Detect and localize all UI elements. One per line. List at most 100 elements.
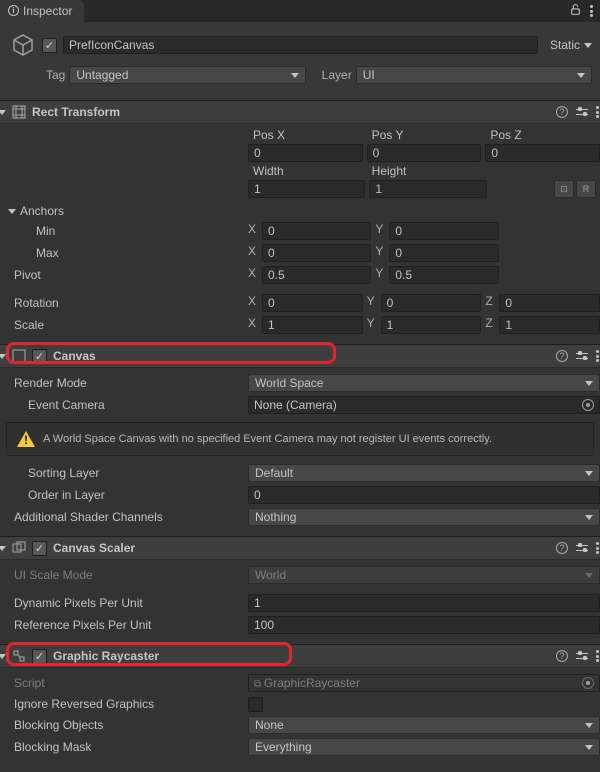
- layer-label: Layer: [310, 68, 352, 82]
- help-icon[interactable]: ?: [556, 650, 568, 662]
- scale-x-input[interactable]: 1: [262, 316, 363, 334]
- layer-value: UI: [363, 68, 375, 82]
- recttransform-title: Rect Transform: [32, 105, 550, 119]
- sorting-layer-dropdown[interactable]: Default: [248, 464, 600, 482]
- sorting-layer-label: Sorting Layer: [0, 466, 248, 480]
- script-value: GraphicRaycaster: [264, 676, 360, 690]
- ignore-reversed-label: Ignore Reversed Graphics: [0, 697, 248, 711]
- blocking-mask-label: Blocking Mask: [0, 740, 248, 754]
- height-input[interactable]: 1: [369, 180, 486, 198]
- anchor-max-y-input[interactable]: 0: [389, 244, 498, 262]
- blocking-objects-dropdown[interactable]: None: [248, 716, 600, 734]
- layer-dropdown[interactable]: UI: [356, 66, 592, 84]
- chevron-down-icon: [585, 515, 593, 520]
- event-camera-value: None (Camera): [254, 398, 337, 412]
- ref-ppu-label: Reference Pixels Per Unit: [0, 618, 248, 632]
- blocking-mask-dropdown[interactable]: Everything: [248, 738, 600, 756]
- warning-text: A World Space Canvas with no specified E…: [43, 433, 492, 445]
- posz-input[interactable]: 0: [485, 144, 600, 162]
- ui-scale-mode-label: UI Scale Mode: [0, 568, 248, 582]
- component-menu-icon[interactable]: [596, 106, 600, 118]
- ui-scale-mode-value: World: [255, 568, 286, 582]
- component-menu-icon[interactable]: [596, 650, 600, 662]
- scale-label: Scale: [0, 318, 248, 332]
- chevron-down-icon: [585, 723, 593, 728]
- anchor-min-y-input[interactable]: 0: [389, 222, 498, 240]
- warning-icon: [17, 431, 35, 447]
- help-icon[interactable]: ?: [556, 350, 568, 362]
- canvas-enabled-checkbox[interactable]: ✓: [32, 349, 47, 364]
- chevron-down-icon: [585, 471, 593, 476]
- blocking-mask-value: Everything: [255, 740, 312, 754]
- ui-scale-mode-dropdown: World: [248, 566, 600, 584]
- presets-icon[interactable]: [576, 542, 588, 554]
- render-mode-dropdown[interactable]: World Space: [248, 374, 600, 392]
- anchor-max-x-input[interactable]: 0: [262, 244, 371, 262]
- shader-channels-dropdown[interactable]: Nothing: [248, 508, 600, 526]
- pivot-label: Pivot: [0, 268, 248, 282]
- chevron-down-icon: [585, 745, 593, 750]
- posy-col-label: Pos Y: [367, 128, 482, 142]
- order-label: Order in Layer: [0, 488, 248, 502]
- help-icon[interactable]: ?: [556, 542, 568, 554]
- posx-input[interactable]: 0: [248, 144, 363, 162]
- fold-icon[interactable]: [0, 354, 6, 359]
- component-menu-icon[interactable]: [596, 542, 600, 554]
- tag-value: Untagged: [76, 68, 128, 82]
- presets-icon[interactable]: [576, 106, 588, 118]
- inspector-tab[interactable]: i Inspector: [0, 0, 84, 22]
- render-mode-value: World Space: [255, 376, 323, 390]
- dynamic-ppu-label: Dynamic Pixels Per Unit: [0, 596, 248, 610]
- scale-y-input[interactable]: 1: [381, 316, 482, 334]
- pivot-x-input[interactable]: 0.5: [262, 266, 371, 284]
- tag-dropdown[interactable]: Untagged: [69, 66, 305, 84]
- inspector-icon: i: [8, 5, 19, 16]
- gameobject-enabled-checkbox[interactable]: ✓: [42, 38, 57, 53]
- raycaster-icon: [12, 649, 26, 663]
- event-camera-field[interactable]: None (Camera): [248, 396, 600, 414]
- width-input[interactable]: 1: [248, 180, 365, 198]
- height-col-label: Height: [367, 164, 482, 178]
- canvas-icon: [12, 349, 26, 363]
- ref-ppu-input[interactable]: 100: [248, 616, 600, 634]
- static-label: Static: [550, 38, 580, 52]
- rot-x-input[interactable]: 0: [262, 294, 363, 312]
- script-label: Script: [0, 676, 248, 690]
- warning-box: A World Space Canvas with no specified E…: [6, 422, 594, 456]
- posx-col-label: Pos X: [248, 128, 363, 142]
- lock-icon[interactable]: [569, 3, 582, 19]
- rot-z-input[interactable]: 0: [499, 294, 600, 312]
- render-mode-label: Render Mode: [0, 376, 248, 390]
- chevron-down-icon: [577, 73, 585, 78]
- component-menu-icon[interactable]: [596, 350, 600, 362]
- blueprint-mode-button[interactable]: ⊡: [554, 180, 574, 198]
- help-icon[interactable]: ?: [556, 106, 568, 118]
- presets-icon[interactable]: [576, 350, 588, 362]
- canvas-scaler-icon: [12, 541, 26, 555]
- canvas-scaler-enabled-checkbox[interactable]: ✓: [32, 541, 47, 556]
- panel-menu-icon[interactable]: [590, 5, 594, 17]
- raw-edit-button[interactable]: R: [576, 180, 596, 198]
- anchor-min-x-input[interactable]: 0: [262, 222, 371, 240]
- presets-icon[interactable]: [576, 650, 588, 662]
- posy-input[interactable]: 0: [367, 144, 482, 162]
- recttransform-icon: [12, 105, 26, 119]
- dynamic-ppu-input[interactable]: 1: [248, 594, 600, 612]
- fold-icon[interactable]: [0, 654, 6, 659]
- raycaster-title: Graphic Raycaster: [53, 649, 550, 663]
- fold-icon[interactable]: [0, 110, 6, 115]
- rot-y-input[interactable]: 0: [381, 294, 482, 312]
- raycaster-enabled-checkbox[interactable]: ✓: [32, 649, 47, 664]
- script-field: ⧉ GraphicRaycaster: [248, 674, 600, 692]
- fold-icon[interactable]: [0, 546, 6, 551]
- pivot-y-input[interactable]: 0.5: [389, 266, 498, 284]
- static-dropdown-icon[interactable]: [584, 43, 592, 48]
- ignore-reversed-checkbox[interactable]: [248, 697, 263, 712]
- gameobject-name-input[interactable]: PrefIconCanvas: [63, 36, 538, 54]
- shader-channels-value: Nothing: [255, 510, 296, 524]
- scale-z-input[interactable]: 1: [499, 316, 600, 334]
- order-input[interactable]: 0: [248, 486, 600, 504]
- object-picker-icon[interactable]: [582, 399, 594, 411]
- chevron-down-icon: [291, 73, 299, 78]
- anchors-fold-icon[interactable]: [8, 209, 16, 214]
